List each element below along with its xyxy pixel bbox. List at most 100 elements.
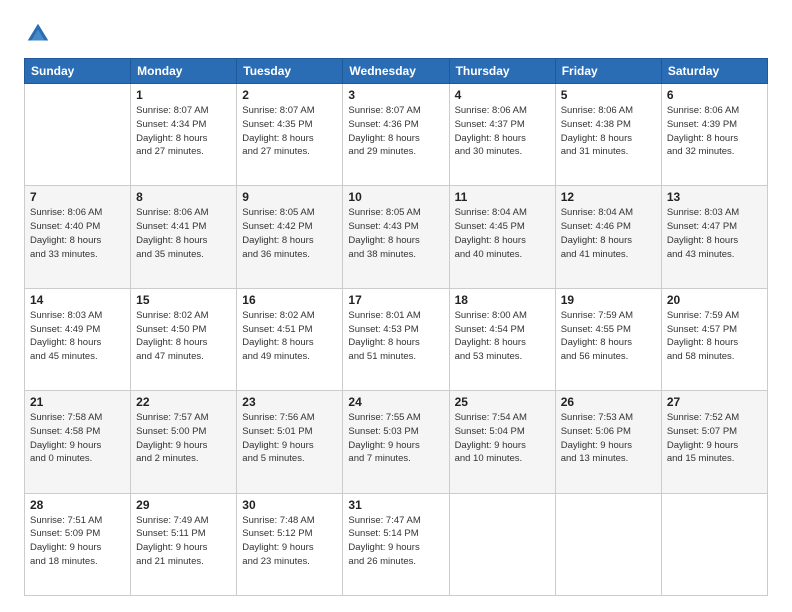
day-info: Sunrise: 7:49 AM Sunset: 5:11 PM Dayligh… — [136, 514, 231, 569]
day-number: 19 — [561, 293, 656, 307]
day-cell-31: 31Sunrise: 7:47 AM Sunset: 5:14 PM Dayli… — [343, 493, 449, 595]
day-number: 6 — [667, 88, 762, 102]
day-cell-23: 23Sunrise: 7:56 AM Sunset: 5:01 PM Dayli… — [237, 391, 343, 493]
day-number: 26 — [561, 395, 656, 409]
day-number: 2 — [242, 88, 337, 102]
day-info: Sunrise: 8:07 AM Sunset: 4:34 PM Dayligh… — [136, 104, 231, 159]
weekday-header-sunday: Sunday — [25, 59, 131, 84]
day-cell-8: 8 Sunrise: 8:06 AM Sunset: 4:41 PM Daylig… — [131, 186, 237, 288]
day-info: Sunrise: 8:03 AM Sunset: 4:49 PM Dayligh… — [30, 309, 125, 364]
day-info: Sunrise: 8:02 AM Sunset: 4:50 PM Dayligh… — [136, 309, 231, 364]
day-cell-15: 15 Sunrise: 8:02 AM Sunset: 4:50 PM Dayli… — [131, 288, 237, 390]
day-info: Sunrise: 8:01 AM Sunset: 4:53 PM Dayligh… — [348, 309, 443, 364]
day-cell-12: 12 Sunrise: 8:04 AM Sunset: 4:46 PM Dayli… — [555, 186, 661, 288]
day-info: Sunrise: 7:54 AM Sunset: 5:04 PM Dayligh… — [455, 411, 550, 466]
weekday-header-friday: Friday — [555, 59, 661, 84]
day-number: 5 — [561, 88, 656, 102]
calendar-page: SundayMondayTuesdayWednesdayThursdayFrid… — [0, 0, 792, 612]
header — [24, 20, 768, 48]
day-number: 29 — [136, 498, 231, 512]
day-info: Sunrise: 8:06 AM Sunset: 4:39 PM Dayligh… — [667, 104, 762, 159]
day-number: 13 — [667, 190, 762, 204]
empty-cell — [25, 84, 131, 186]
day-number: 17 — [348, 293, 443, 307]
day-info: Sunrise: 8:00 AM Sunset: 4:54 PM Dayligh… — [455, 309, 550, 364]
day-number: 31 — [348, 498, 443, 512]
empty-cell — [449, 493, 555, 595]
day-cell-24: 24 Sunrise: 7:55 AM Sunset: 5:03 PM Dayli… — [343, 391, 449, 493]
day-info: Sunrise: 8:05 AM Sunset: 4:42 PM Dayligh… — [242, 206, 337, 261]
day-number: 12 — [561, 190, 656, 204]
day-cell-13: 13 Sunrise: 8:03 AM Sunset: 4:47 PM Dayli… — [661, 186, 767, 288]
day-number: 14 — [30, 293, 125, 307]
day-info: Sunrise: 7:52 AM Sunset: 5:07 PM Dayligh… — [667, 411, 762, 466]
day-info: Sunrise: 8:06 AM Sunset: 4:41 PM Dayligh… — [136, 206, 231, 261]
day-info: Sunrise: 7:51 AM Sunset: 5:09 PM Dayligh… — [30, 514, 125, 569]
day-number: 30 — [242, 498, 337, 512]
day-info: Sunrise: 7:58 AM Sunset: 4:58 PM Dayligh… — [30, 411, 125, 466]
empty-cell — [661, 493, 767, 595]
day-cell-10: 10 Sunrise: 8:05 AM Sunset: 4:43 PM Dayli… — [343, 186, 449, 288]
day-cell-26: 26 Sunrise: 7:53 AM Sunset: 5:06 PM Dayli… — [555, 391, 661, 493]
logo — [24, 20, 56, 48]
day-info: Sunrise: 8:04 AM Sunset: 4:45 PM Dayligh… — [455, 206, 550, 261]
day-number: 4 — [455, 88, 550, 102]
day-cell-19: 19Sunrise: 7:59 AM Sunset: 4:55 PM Dayli… — [555, 288, 661, 390]
day-number: 18 — [455, 293, 550, 307]
week-row-3: 14 Sunrise: 8:03 AM Sunset: 4:49 PM Dayli… — [25, 288, 768, 390]
day-number: 11 — [455, 190, 550, 204]
day-number: 3 — [348, 88, 443, 102]
day-info: Sunrise: 8:04 AM Sunset: 4:46 PM Dayligh… — [561, 206, 656, 261]
day-number: 7 — [30, 190, 125, 204]
week-row-2: 7Sunrise: 8:06 AM Sunset: 4:40 PM Daylig… — [25, 186, 768, 288]
empty-cell — [555, 493, 661, 595]
day-cell-16: 16 Sunrise: 8:02 AM Sunset: 4:51 PM Dayli… — [237, 288, 343, 390]
day-info: Sunrise: 8:06 AM Sunset: 4:38 PM Dayligh… — [561, 104, 656, 159]
day-info: Sunrise: 7:55 AM Sunset: 5:03 PM Dayligh… — [348, 411, 443, 466]
week-row-5: 28 Sunrise: 7:51 AM Sunset: 5:09 PM Dayli… — [25, 493, 768, 595]
logo-icon — [24, 20, 52, 48]
day-info: Sunrise: 8:02 AM Sunset: 4:51 PM Dayligh… — [242, 309, 337, 364]
day-cell-6: 6 Sunrise: 8:06 AM Sunset: 4:39 PM Daylig… — [661, 84, 767, 186]
day-info: Sunrise: 8:07 AM Sunset: 4:36 PM Dayligh… — [348, 104, 443, 159]
weekday-header-wednesday: Wednesday — [343, 59, 449, 84]
day-cell-27: 27 Sunrise: 7:52 AM Sunset: 5:07 PM Dayli… — [661, 391, 767, 493]
week-row-1: 1 Sunrise: 8:07 AM Sunset: 4:34 PM Daylig… — [25, 84, 768, 186]
day-info: Sunrise: 8:06 AM Sunset: 4:37 PM Dayligh… — [455, 104, 550, 159]
day-number: 23 — [242, 395, 337, 409]
day-number: 8 — [136, 190, 231, 204]
weekday-header-saturday: Saturday — [661, 59, 767, 84]
day-info: Sunrise: 7:48 AM Sunset: 5:12 PM Dayligh… — [242, 514, 337, 569]
weekday-header-thursday: Thursday — [449, 59, 555, 84]
day-cell-20: 20 Sunrise: 7:59 AM Sunset: 4:57 PM Dayli… — [661, 288, 767, 390]
day-number: 15 — [136, 293, 231, 307]
day-number: 28 — [30, 498, 125, 512]
day-cell-29: 29 Sunrise: 7:49 AM Sunset: 5:11 PM Dayli… — [131, 493, 237, 595]
day-cell-11: 11 Sunrise: 8:04 AM Sunset: 4:45 PM Dayli… — [449, 186, 555, 288]
day-info: Sunrise: 8:03 AM Sunset: 4:47 PM Dayligh… — [667, 206, 762, 261]
day-cell-2: 2 Sunrise: 8:07 AM Sunset: 4:35 PM Daylig… — [237, 84, 343, 186]
day-info: Sunrise: 7:53 AM Sunset: 5:06 PM Dayligh… — [561, 411, 656, 466]
day-number: 20 — [667, 293, 762, 307]
day-number: 25 — [455, 395, 550, 409]
weekday-header-tuesday: Tuesday — [237, 59, 343, 84]
weekday-header-row: SundayMondayTuesdayWednesdayThursdayFrid… — [25, 59, 768, 84]
day-number: 16 — [242, 293, 337, 307]
day-cell-9: 9Sunrise: 8:05 AM Sunset: 4:42 PM Daylig… — [237, 186, 343, 288]
day-cell-1: 1 Sunrise: 8:07 AM Sunset: 4:34 PM Daylig… — [131, 84, 237, 186]
day-info: Sunrise: 7:59 AM Sunset: 4:57 PM Dayligh… — [667, 309, 762, 364]
day-info: Sunrise: 8:07 AM Sunset: 4:35 PM Dayligh… — [242, 104, 337, 159]
day-number: 24 — [348, 395, 443, 409]
day-number: 10 — [348, 190, 443, 204]
day-info: Sunrise: 7:57 AM Sunset: 5:00 PM Dayligh… — [136, 411, 231, 466]
day-cell-17: 17 Sunrise: 8:01 AM Sunset: 4:53 PM Dayli… — [343, 288, 449, 390]
day-info: Sunrise: 8:05 AM Sunset: 4:43 PM Dayligh… — [348, 206, 443, 261]
day-number: 27 — [667, 395, 762, 409]
day-number: 21 — [30, 395, 125, 409]
day-cell-5: 5 Sunrise: 8:06 AM Sunset: 4:38 PM Daylig… — [555, 84, 661, 186]
day-number: 1 — [136, 88, 231, 102]
day-cell-21: 21 Sunrise: 7:58 AM Sunset: 4:58 PM Dayli… — [25, 391, 131, 493]
day-cell-4: 4 Sunrise: 8:06 AM Sunset: 4:37 PM Daylig… — [449, 84, 555, 186]
day-cell-22: 22Sunrise: 7:57 AM Sunset: 5:00 PM Dayli… — [131, 391, 237, 493]
day-cell-3: 3 Sunrise: 8:07 AM Sunset: 4:36 PM Daylig… — [343, 84, 449, 186]
